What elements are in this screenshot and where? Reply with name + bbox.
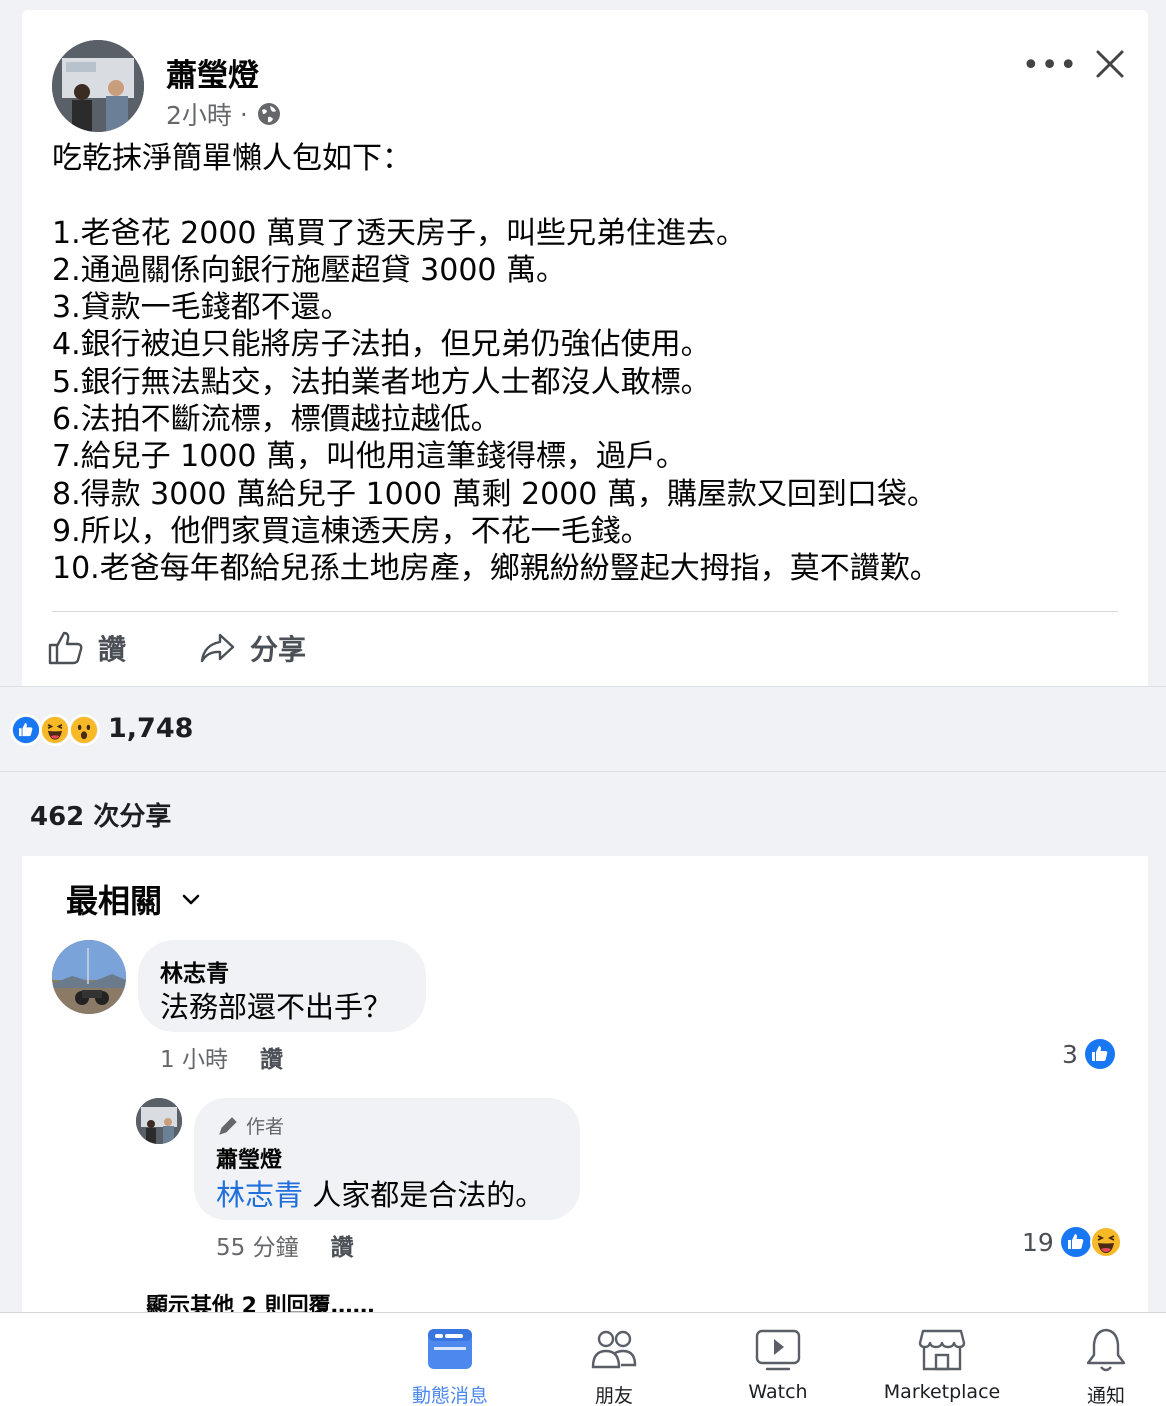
reply-time[interactable]: 55 分鐘 xyxy=(216,1228,299,1262)
meta-separator: · xyxy=(239,99,248,129)
tab-label: 朋友 xyxy=(594,1385,633,1406)
like-button[interactable]: 讚 xyxy=(46,628,126,668)
like-reaction-icon xyxy=(1084,1039,1115,1069)
like-reaction-icon xyxy=(10,714,42,746)
post-line: 10.老爸每年都給兒孫土地房產，鄉親紛紛豎起大拇指，莫不讚歎。 xyxy=(52,551,940,587)
post-intro: 吃乾抹淨簡單懶人包如下： xyxy=(52,141,412,176)
reply-body: 人家都是合法的。 xyxy=(303,1178,545,1212)
reaction-icons xyxy=(10,714,100,746)
tab-label: Marketplace xyxy=(883,1381,1001,1403)
comment-meta: 1 小時 讚 xyxy=(160,1040,283,1074)
tab-watch[interactable]: Watch xyxy=(708,1327,848,1403)
tab-friends[interactable]: 朋友 xyxy=(544,1327,684,1406)
reply-meta: 55 分鐘 讚 xyxy=(216,1228,354,1262)
more-options-icon[interactable]: ••• xyxy=(1022,48,1077,83)
tab-label: Watch xyxy=(748,1381,808,1403)
comment-like-number: 3 xyxy=(1062,1039,1078,1069)
share-button[interactable]: 分享 xyxy=(198,628,306,668)
mention-link[interactable]: 林志青 xyxy=(216,1178,303,1212)
post-line: 7.給兒子 1000 萬，叫他用這筆錢得標，過戶。 xyxy=(52,439,687,475)
author-name[interactable]: 蕭瑩燈 xyxy=(166,50,259,95)
author-avatar[interactable] xyxy=(52,40,144,132)
reply-author-avatar[interactable] xyxy=(136,1098,182,1144)
tab-marketplace[interactable]: Marketplace xyxy=(872,1327,1012,1403)
haha-reaction-icon xyxy=(39,714,71,746)
reply-like-number: 19 xyxy=(1022,1227,1054,1257)
reply-like-count[interactable]: 19 xyxy=(1022,1226,1122,1258)
like-label: 讚 xyxy=(98,633,127,666)
post-body: 吃乾抹淨簡單懶人包如下： 1.老爸花 2000 萬買了透天房子，叫些兄弟住進去。… xyxy=(52,140,1132,588)
post-line: 4.銀行被迫只能將房子法拍，但兄弟仍強佔使用。 xyxy=(52,327,711,363)
haha-reaction-icon xyxy=(1089,1226,1122,1258)
comment-sort-dropdown[interactable]: 最相關 xyxy=(66,876,202,922)
chevron-down-icon xyxy=(182,894,200,905)
like-reaction-icon xyxy=(1060,1227,1091,1257)
globe-icon xyxy=(257,103,280,125)
reply-author-name[interactable]: 蕭瑩燈 xyxy=(216,1142,282,1174)
post-card: 蕭瑩燈 2小時 · ••• 吃乾抹淨簡單懶人包如下： 1.老爸花 2000 萬買… xyxy=(22,10,1148,686)
news-feed-icon xyxy=(428,1329,472,1369)
post-meta: 2小時 · xyxy=(166,96,282,132)
close-icon[interactable] xyxy=(1090,44,1130,84)
share-icon xyxy=(200,633,235,663)
comment-like-count[interactable]: 3 xyxy=(1062,1038,1116,1070)
post-time[interactable]: 2小時 xyxy=(166,96,232,132)
post-line: 5.銀行無法點交，法拍業者地方人士都沒人敢標。 xyxy=(52,364,711,400)
commenter-avatar[interactable] xyxy=(52,940,126,1014)
reactions-bar[interactable]: 1,748 xyxy=(0,686,1166,772)
author-badge-label: 作者 xyxy=(246,1116,285,1138)
bell-icon xyxy=(1086,1328,1126,1372)
wow-reaction-icon xyxy=(68,714,100,746)
post-line: 6.法拍不斷流標，標價越拉越低。 xyxy=(52,402,501,438)
comments-section: 最相關 林志青 法務部還不出手？ 1 小時 讚 3 作者 蕭瑩燈 林志青 人家都… xyxy=(22,856,1148,1326)
reply-like-button[interactable]: 讚 xyxy=(331,1228,354,1262)
post-line: 1.老爸花 2000 萬買了透天房子，叫些兄弟住進去。 xyxy=(52,215,747,251)
share-label: 分享 xyxy=(250,633,307,666)
post-divider xyxy=(52,611,1118,612)
comment-bubble[interactable]: 林志青 法務部還不出手？ xyxy=(138,940,426,1032)
reply-text: 林志青 人家都是合法的。 xyxy=(216,1172,544,1214)
comment-like-button[interactable]: 讚 xyxy=(260,1040,283,1074)
comment-time[interactable]: 1 小時 xyxy=(160,1040,228,1074)
reply-bubble[interactable]: 作者 蕭瑩燈 林志青 人家都是合法的。 xyxy=(194,1098,580,1220)
reaction-count: 1,748 xyxy=(108,713,194,744)
tab-label: 動態消息 xyxy=(411,1385,488,1406)
post-line: 8.得款 3000 萬給兒子 1000 萬剩 2000 萬，購屋款又回到口袋。 xyxy=(52,476,937,512)
watch-icon xyxy=(755,1329,801,1371)
shares-bar: 462 次分享 xyxy=(0,772,1166,856)
commenter-name[interactable]: 林志青 xyxy=(160,954,229,988)
friends-icon xyxy=(591,1330,637,1369)
post-line: 2.通過關係向銀行施壓超貸 3000 萬。 xyxy=(52,252,567,288)
tab-notifications[interactable]: 通知 xyxy=(1036,1327,1166,1406)
post-lines: 1.老爸花 2000 萬買了透天房子，叫些兄弟住進去。 2.通過關係向銀行施壓超… xyxy=(52,215,1132,588)
sort-label: 最相關 xyxy=(66,882,163,920)
author-badge: 作者 xyxy=(216,1112,284,1139)
post-line: 9.所以，他們家買這棟透天房，不花一毛錢。 xyxy=(52,513,651,549)
comment-text: 法務部還不出手？ xyxy=(160,990,393,1024)
marketplace-icon xyxy=(918,1329,966,1371)
pencil-icon xyxy=(219,1116,237,1135)
share-count[interactable]: 462 次分享 xyxy=(30,796,171,833)
thumbs-up-icon xyxy=(48,631,83,665)
tab-news-feed[interactable]: 動態消息 xyxy=(380,1327,520,1406)
post-line: 3.貸款一毛錢都不還。 xyxy=(52,290,351,326)
bottom-tab-bar: 動態消息 朋友 Watch Marketplace 通知 xyxy=(0,1312,1166,1406)
tab-label: 通知 xyxy=(1086,1385,1125,1406)
